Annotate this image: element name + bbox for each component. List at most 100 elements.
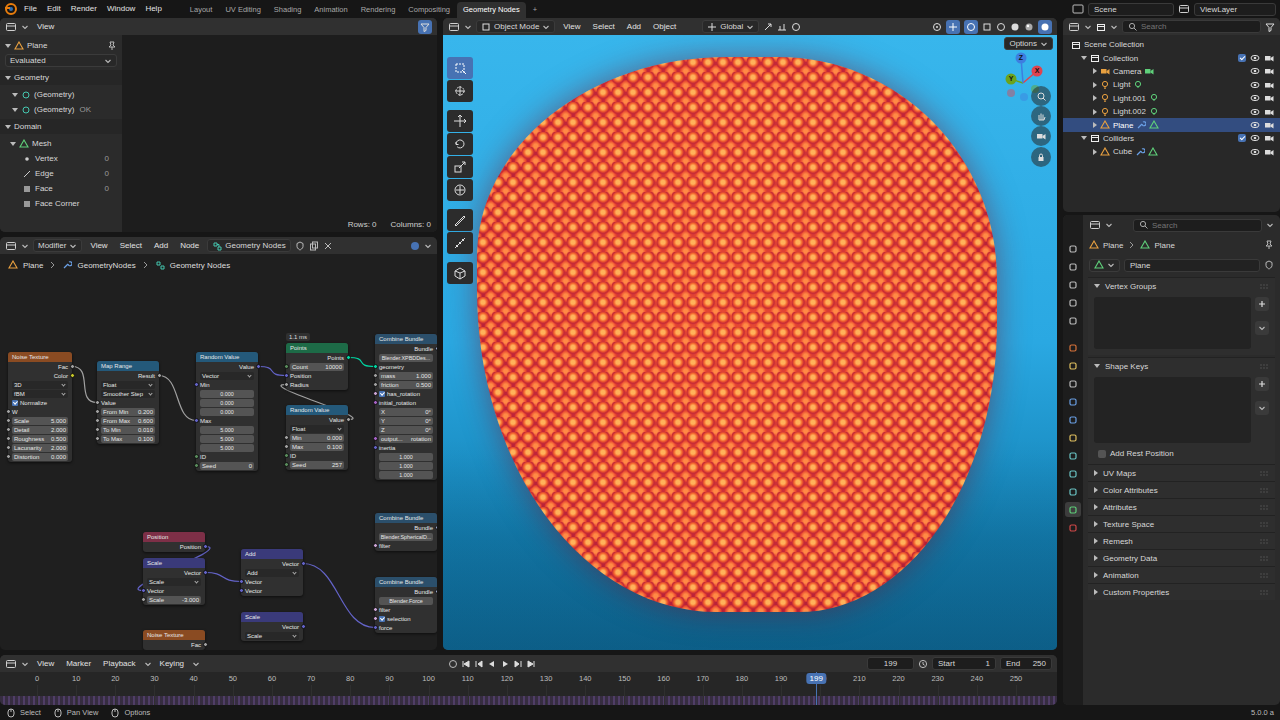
chevron-icon[interactable] [1266,221,1274,229]
property-tab[interactable] [1065,241,1081,256]
domain-row[interactable]: Face Corner [0,196,122,211]
node-field[interactable]: Blender.SphericalD... [379,533,433,541]
light-icon[interactable] [1100,93,1110,103]
object-mode-icon[interactable] [481,22,491,32]
expand-icon[interactable] [12,108,18,112]
eye-icon[interactable] [1250,133,1260,143]
navigation-button[interactable] [1031,147,1051,167]
node-socket[interactable] [373,616,378,621]
editor-type-icon[interactable] [448,21,460,33]
menu-item[interactable]: Select [116,239,146,253]
mesh-icon[interactable] [1100,147,1110,157]
menu-item[interactable]: Help [141,2,165,16]
modifier-icon[interactable] [1135,147,1145,157]
node-socket[interactable] [373,436,378,441]
tool-button[interactable] [447,232,473,254]
workspace-tab[interactable]: Layout [184,2,219,18]
expand-icon[interactable] [1093,109,1097,115]
chevron-icon[interactable] [192,660,200,668]
render-icon[interactable] [1264,107,1274,117]
node-field[interactable]: Count10000 [290,363,344,371]
node-field[interactable]: 1.000 [379,453,433,461]
modifier-icon[interactable] [1136,120,1146,130]
node-field[interactable]: Max0.100 [290,443,344,451]
light-data-icon[interactable] [1149,93,1159,103]
node-field[interactable]: Z0° [379,426,433,434]
expand-icon[interactable] [1094,487,1098,493]
panel-header[interactable]: Texture Space [1088,515,1275,532]
scene-icon[interactable] [1072,3,1084,15]
expand-icon[interactable] [1093,82,1097,88]
mesh-icon[interactable] [1100,120,1110,130]
breadcrumb[interactable]: GeometryNodes [77,261,135,270]
node-socket[interactable] [301,561,306,566]
geometry-icon[interactable] [21,105,31,115]
object-row[interactable]: Cube [1063,145,1280,158]
mesh-data-icon[interactable] [1149,120,1159,130]
eye-icon[interactable] [1250,80,1260,90]
mesh-browse[interactable] [1089,259,1120,272]
tool-button[interactable] [447,110,473,132]
panel-header[interactable]: UV Maps [1088,464,1275,481]
clock-icon[interactable] [918,659,928,669]
chevron-icon[interactable] [746,23,754,31]
light-data-icon[interactable] [1133,80,1143,90]
drag-handle-icon[interactable] [1259,537,1269,546]
expand-icon[interactable] [1094,521,1098,527]
search-icon[interactable] [1128,22,1138,32]
editor-type-icon[interactable] [5,21,17,33]
expand-icon[interactable] [1094,364,1100,368]
orientation-icon[interactable] [707,22,717,32]
node-socket[interactable] [284,444,289,449]
node[interactable]: AddVectorAddVectorVector [241,549,303,596]
geometry-item[interactable]: (Geometry)OK [0,102,122,117]
node-socket[interactable] [284,364,289,369]
axis-label[interactable]: Y [1006,74,1016,84]
search-icon[interactable] [1139,220,1149,230]
node-field[interactable]: friction0.500 [379,381,433,389]
editor-type-icon[interactable] [5,658,17,670]
menu-item[interactable]: Select [589,20,619,34]
node-field[interactable]: 0.000 [200,390,254,398]
property-tab-icon[interactable] [1068,280,1078,290]
node[interactable]: Noise TextureFac [143,630,205,650]
node-tree-icon[interactable] [212,241,222,251]
property-tab[interactable] [1065,259,1081,274]
proportional-icon[interactable] [791,22,801,32]
property-tab[interactable] [1065,430,1081,445]
exclude-checkbox[interactable] [1238,54,1246,62]
object-row[interactable]: Plane [0,38,122,53]
xray-icon[interactable] [982,22,992,32]
node-field[interactable]: Roughness0.500 [12,435,68,443]
node-header[interactable]: Noise Texture [8,352,72,362]
node-socket[interactable] [203,570,208,575]
drag-handle-icon[interactable] [1259,520,1269,529]
expand-icon[interactable] [1093,149,1097,155]
node-socket[interactable] [373,543,378,548]
chevron-icon[interactable] [21,660,29,668]
property-tab-icon[interactable] [1068,244,1078,254]
tool-button[interactable] [447,262,473,284]
playback-icon[interactable] [474,659,484,669]
render-icon[interactable] [1264,66,1274,76]
camera-icon[interactable] [1100,66,1110,76]
node-field[interactable]: 0.000 [200,408,254,416]
frame-track[interactable]: 0102030405060708090100110120130140150160… [37,672,1016,705]
tool-icon[interactable] [453,160,467,174]
node-socket[interactable] [6,436,11,441]
playhead[interactable]: 199 [807,673,826,684]
node-dropdown[interactable]: Vector [200,372,254,380]
expand-icon[interactable] [1081,136,1087,140]
property-tab[interactable] [1065,277,1081,292]
node-field[interactable]: Scale-3.000 [147,596,201,604]
panel-header[interactable]: Custom Properties [1088,583,1275,600]
node-socket[interactable] [95,400,100,405]
node-socket[interactable] [346,355,351,360]
domain-row[interactable]: Face0 [0,181,122,196]
option-checkbox[interactable] [1098,450,1106,458]
property-tab-icon[interactable] [1068,469,1078,479]
gizmo-toggle-icon[interactable] [946,20,960,34]
node-socket[interactable] [239,579,244,584]
menu-item[interactable]: File [20,2,41,16]
render-icon[interactable] [1264,120,1274,130]
